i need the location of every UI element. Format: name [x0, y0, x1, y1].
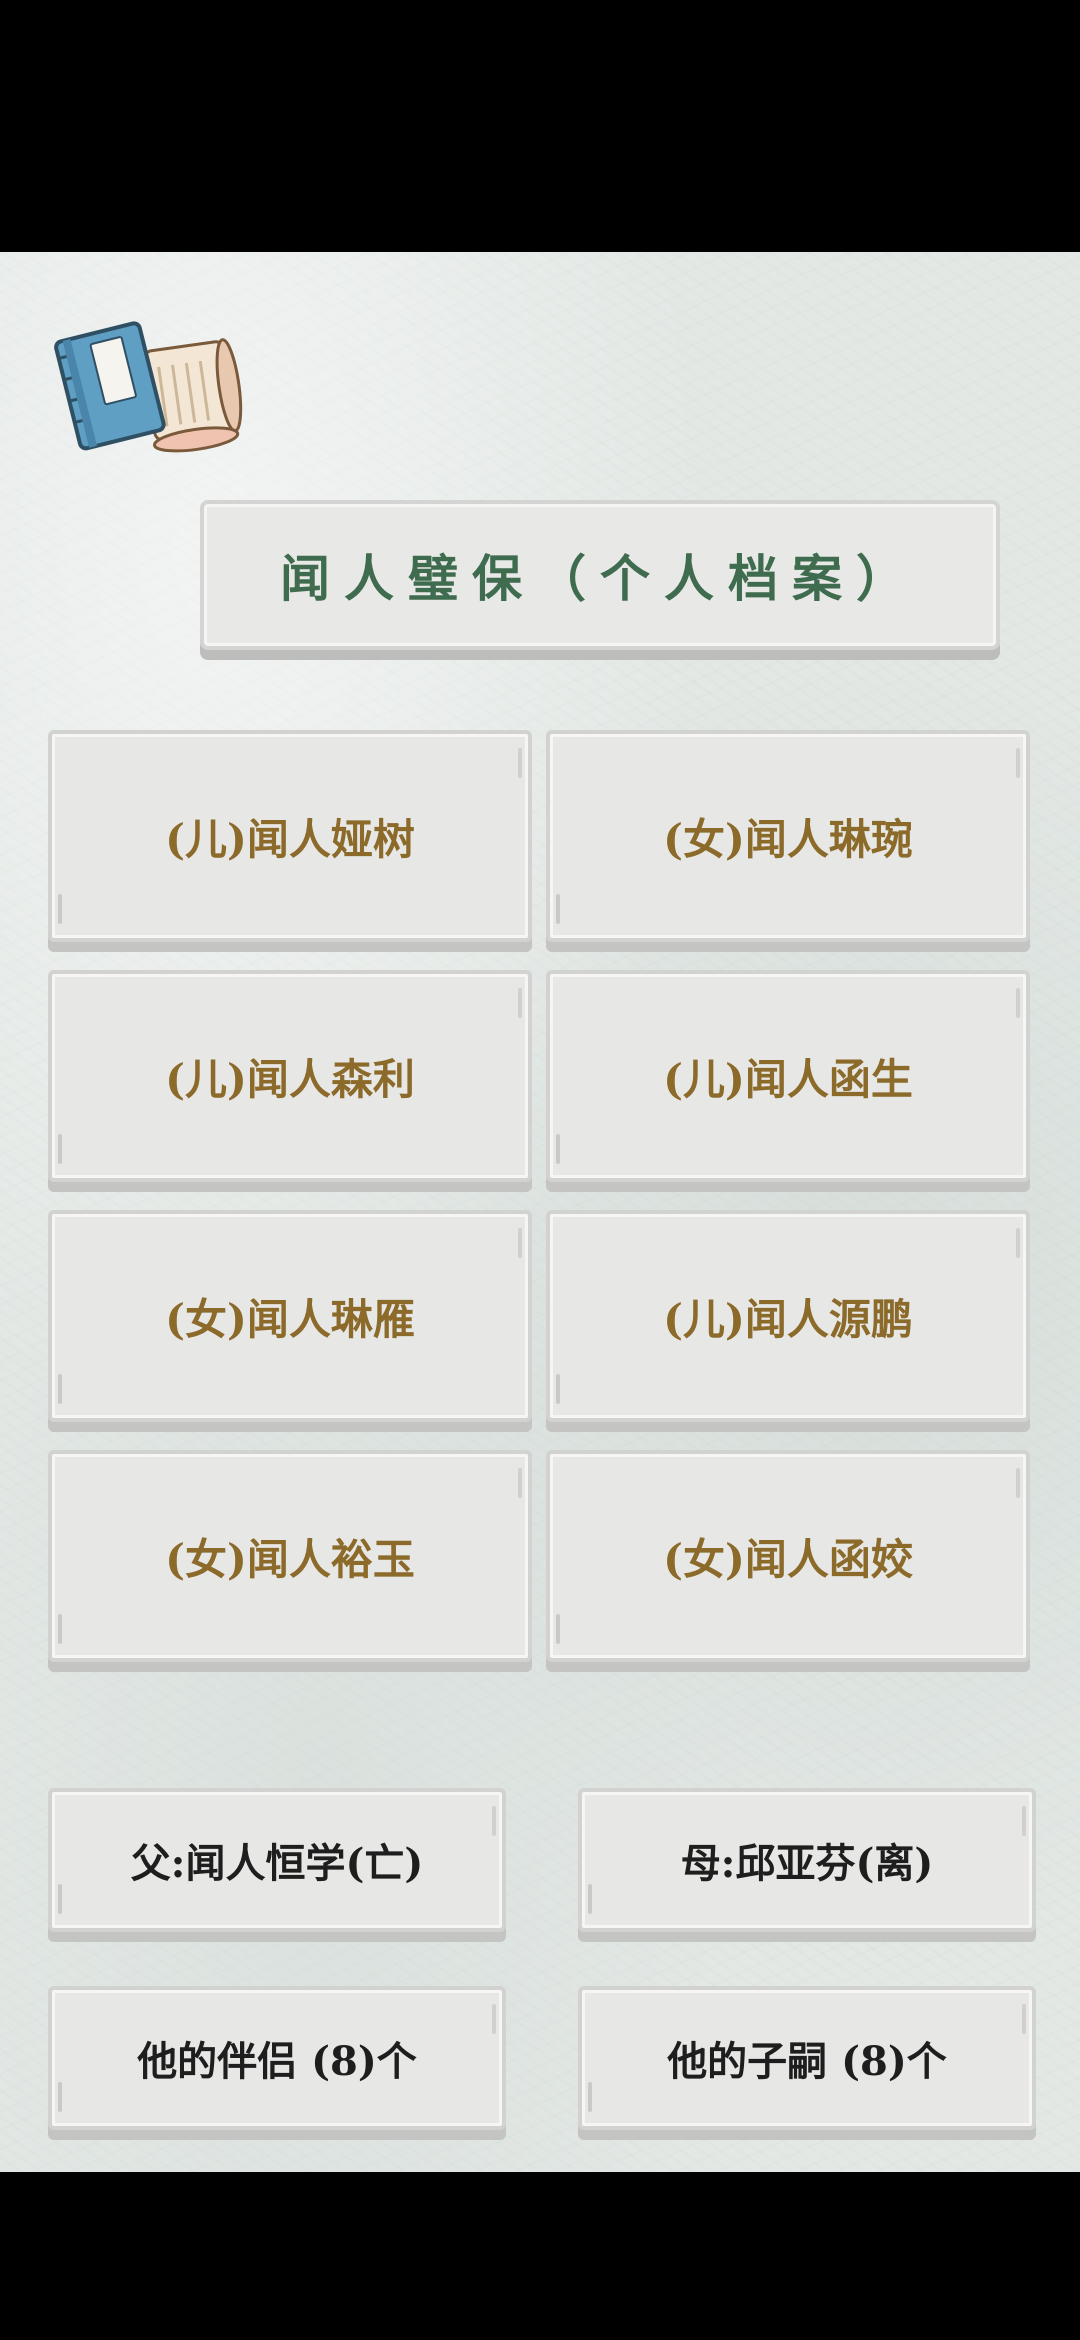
status-bar — [0, 0, 1080, 252]
father-label: 父:闻人恒学(亡) — [130, 1840, 424, 1887]
child-name: (女)闻人函姣 — [663, 1534, 913, 1584]
navigation-bar — [0, 2172, 1080, 2340]
book-icon[interactable] — [54, 310, 244, 460]
child-card-8[interactable]: (女)闻人函姣 — [546, 1450, 1030, 1662]
child-card-3[interactable]: (儿)闻人森利 — [48, 970, 532, 1182]
offspring-label: 他的子嗣 (8)个 — [667, 2038, 947, 2085]
child-name: (女)闻人琳雁 — [165, 1294, 415, 1344]
mother-button[interactable]: 母:邱亚芬(离) — [578, 1788, 1036, 1932]
father-button[interactable]: 父:闻人恒学(亡) — [48, 1788, 506, 1932]
child-card-4[interactable]: (儿)闻人函生 — [546, 970, 1030, 1182]
child-card-2[interactable]: (女)闻人琳琬 — [546, 730, 1030, 942]
partners-label: 他的伴侣 (8)个 — [137, 2038, 417, 2085]
child-card-5[interactable]: (女)闻人琳雁 — [48, 1210, 532, 1422]
page-title: 闻人璧保（个人档案） — [280, 549, 920, 608]
child-name: (儿)闻人森利 — [165, 1054, 415, 1104]
child-name: (女)闻人裕玉 — [165, 1534, 415, 1584]
child-name: (儿)闻人娅树 — [165, 814, 415, 864]
child-name: (儿)闻人函生 — [663, 1054, 913, 1104]
child-card-6[interactable]: (儿)闻人源鹏 — [546, 1210, 1030, 1422]
offspring-button[interactable]: 他的子嗣 (8)个 — [578, 1986, 1036, 2130]
child-card-7[interactable]: (女)闻人裕玉 — [48, 1450, 532, 1662]
child-name: (儿)闻人源鹏 — [663, 1294, 913, 1344]
title-plaque: 闻人璧保（个人档案） — [200, 500, 1000, 650]
child-card-1[interactable]: (儿)闻人娅树 — [48, 730, 532, 942]
partners-button[interactable]: 他的伴侣 (8)个 — [48, 1986, 506, 2130]
child-name: (女)闻人琳琬 — [663, 814, 913, 864]
mother-label: 母:邱亚芬(离) — [680, 1840, 934, 1887]
